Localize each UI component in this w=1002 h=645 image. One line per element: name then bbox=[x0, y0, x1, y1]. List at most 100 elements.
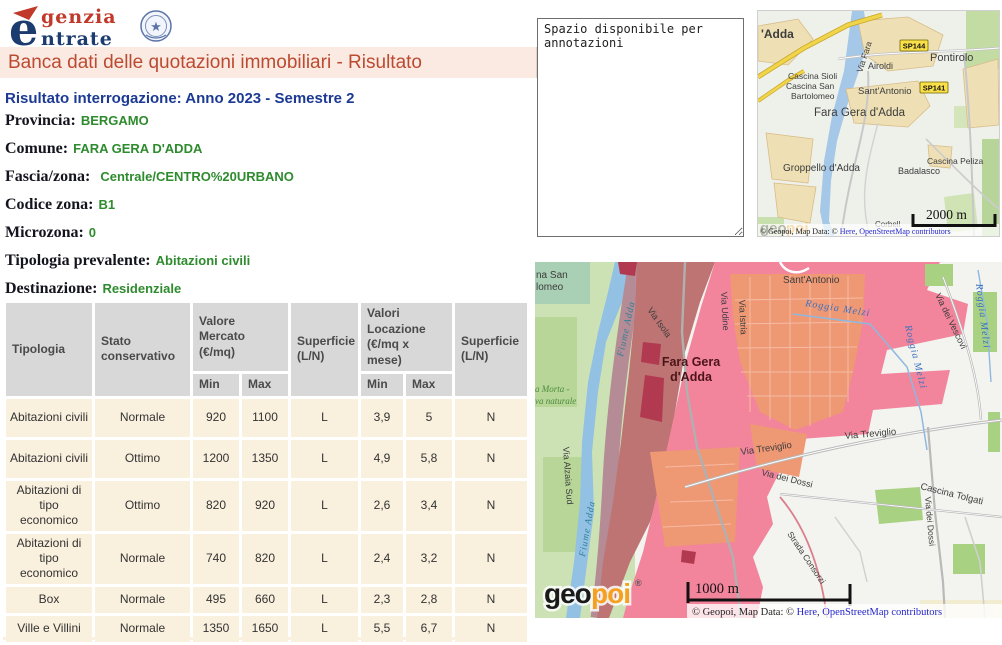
zone-label-la-morta-1: a Morta - bbox=[535, 384, 570, 394]
cell-sup2: N bbox=[455, 587, 527, 613]
zone-map[interactable]: na San lomeo Sant'Antonio Fiume Adda Fiu… bbox=[535, 262, 1002, 618]
cell-sup1: L bbox=[291, 481, 358, 531]
field-value: 0 bbox=[84, 225, 96, 240]
cell-sup1: L bbox=[291, 399, 358, 437]
field-codice-zona: Codice zona:B1 bbox=[5, 196, 294, 224]
overview-label-fara-gera: Fara Gera d'Adda bbox=[814, 107, 906, 119]
col-header-stato: Stato conservativo bbox=[95, 303, 190, 396]
overview-label-cascina-san: Cascina San bbox=[786, 81, 834, 91]
cell-tipologia: Box bbox=[6, 587, 92, 613]
svg-text:★: ★ bbox=[150, 19, 162, 34]
field-fascia-zona: Fascia/zona:Centrale/CENTRO%20URBANO bbox=[5, 168, 294, 196]
field-label: Tipologia prevalente: bbox=[5, 252, 151, 269]
field-label: Destinazione: bbox=[5, 280, 97, 297]
overview-map[interactable]: 'Adda Cascina Sioli Cascina San Bartolom… bbox=[757, 10, 1000, 237]
cell-sup2: N bbox=[455, 399, 527, 437]
field-label: Fascia/zona: bbox=[5, 168, 90, 185]
sub-header-min: Min bbox=[193, 374, 239, 396]
field-value: Abitazioni civili bbox=[151, 253, 251, 268]
geopoi-logo-geo: geo bbox=[544, 578, 592, 609]
cell-vm-max: 660 bbox=[242, 587, 288, 613]
agenzia-entrate-logo-mark: e genzia ntrate ★ bbox=[8, 4, 186, 50]
cell-vl-max: 3,2 bbox=[406, 534, 452, 584]
cell-vm-max: 1100 bbox=[242, 399, 288, 437]
overview-attribution: © Geopoi, Map Data: © Here, OpenStreetMa… bbox=[760, 227, 951, 236]
geopoi-logo[interactable]: geopoi geo poi ® bbox=[544, 578, 642, 609]
cell-vl-max: 3,4 bbox=[406, 481, 452, 531]
geopoi-logo-poi: poi bbox=[591, 578, 630, 609]
col-header-superficie-2: Superficie (L/N) bbox=[455, 303, 527, 396]
osm-link[interactable]: OpenStreetMap contributors bbox=[859, 227, 950, 236]
cell-sup1: L bbox=[291, 587, 358, 613]
field-value: FARA GERA D'ADDA bbox=[68, 141, 202, 156]
sub-header-max: Max bbox=[242, 374, 288, 396]
zone-label-fara-gera-2: d'Adda bbox=[670, 370, 713, 384]
cell-stato: Ottimo bbox=[95, 481, 190, 531]
attribution-text: © Geopoi, Map Data: © bbox=[760, 227, 840, 236]
cell-vl-min: 2,3 bbox=[361, 587, 403, 613]
cell-sup1: L bbox=[291, 534, 358, 584]
page-title: Banca dati delle quotazioni immobiliari … bbox=[0, 47, 537, 78]
cell-vm-max: 1350 bbox=[242, 440, 288, 478]
cell-tipologia: Abitazioni civili bbox=[6, 399, 92, 437]
field-value: Centrale/CENTRO%20URBANO bbox=[90, 169, 294, 184]
cell-vl-max: 2,8 bbox=[406, 587, 452, 613]
cell-vm-max: 920 bbox=[242, 481, 288, 531]
field-value: Residenziale bbox=[97, 281, 181, 296]
cell-vl-min: 4,9 bbox=[361, 440, 403, 478]
result-heading: Risultato interrogazione: Anno 2023 - Se… bbox=[5, 90, 355, 107]
cell-stato: Ottimo bbox=[95, 440, 190, 478]
overview-label-groppello: Groppello d'Adda bbox=[783, 163, 860, 174]
svg-text:SP144: SP144 bbox=[903, 42, 926, 51]
attribution-text: © Geopoi, Map Data: © bbox=[692, 607, 797, 618]
table-row: Abitazioni di tipo economico Ottimo 820 … bbox=[6, 481, 527, 531]
cell-vl-max: 5 bbox=[406, 399, 452, 437]
overview-label-cascina-sioli: Cascina Sioli bbox=[788, 71, 837, 81]
overview-label-sant-antonio: Sant'Antonio bbox=[858, 86, 912, 97]
field-value: B1 bbox=[93, 197, 115, 212]
sp144-road-badge: SP144 bbox=[900, 40, 928, 51]
result-fields: Provincia:BERGAMO Comune:FARA GERA D'ADD… bbox=[5, 112, 294, 308]
cell-vm-min: 1200 bbox=[193, 440, 239, 478]
zone-label-fara-gera-1: Fara Gera bbox=[662, 355, 721, 369]
logo-word-agenzia: genzia bbox=[41, 6, 117, 28]
cell-stato: Normale bbox=[95, 399, 190, 437]
field-label: Comune: bbox=[5, 140, 68, 157]
field-value: BERGAMO bbox=[76, 113, 149, 128]
zone-label-via-udine: Via Udine bbox=[719, 292, 731, 331]
cell-vl-min: 3,9 bbox=[361, 399, 403, 437]
field-label: Microzona: bbox=[5, 224, 84, 241]
here-link[interactable]: Here bbox=[797, 607, 818, 618]
logo-big-e: e bbox=[9, 4, 38, 50]
cell-tipologia: Abitazioni civili bbox=[6, 440, 92, 478]
here-link[interactable]: Here bbox=[840, 227, 856, 236]
cell-vl-min: 2,6 bbox=[361, 481, 403, 531]
overview-label-airoldi: Airoldi bbox=[868, 61, 893, 71]
zone-label-la-morta-2: va naturale bbox=[535, 396, 576, 406]
table-row: Abitazioni civili Normale 920 1100 L 3,9… bbox=[6, 399, 527, 437]
cell-stato: Normale bbox=[95, 587, 190, 613]
col-header-tipologia: Tipologia bbox=[6, 303, 92, 396]
col-header-superficie-1: Superficie (L/N) bbox=[291, 303, 358, 396]
annotations-textarea[interactable]: Spazio disponibile per annotazioni bbox=[537, 18, 744, 237]
italy-emblem-icon: ★ bbox=[141, 11, 171, 41]
cell-vl-min: 2,4 bbox=[361, 534, 403, 584]
cell-tipologia: Abitazioni di tipo economico bbox=[6, 534, 92, 584]
field-tipologia-prevalente: Tipologia prevalente:Abitazioni civili bbox=[5, 252, 294, 280]
osm-link[interactable]: OpenStreetMap contributors bbox=[822, 607, 942, 618]
cell-vm-min: 495 bbox=[193, 587, 239, 613]
field-provincia: Provincia:BERGAMO bbox=[5, 112, 294, 140]
cell-stato: Normale bbox=[95, 534, 190, 584]
field-microzona: Microzona:0 bbox=[5, 224, 294, 252]
svg-text:SP141: SP141 bbox=[923, 84, 946, 93]
col-header-valori-locazione: Valori Locazione (€/mq x mese) bbox=[361, 303, 452, 371]
zone-label-lomeo: lomeo bbox=[536, 282, 564, 293]
zone-label-na-san: na San bbox=[536, 270, 568, 281]
table-row: Box Normale 495 660 L 2,3 2,8 N bbox=[6, 587, 527, 613]
cell-vm-min: 920 bbox=[193, 399, 239, 437]
overview-label-cascina-peliza: Cascina Peliza bbox=[927, 156, 983, 166]
overview-label-adda: 'Adda bbox=[761, 27, 794, 41]
field-label: Provincia: bbox=[5, 112, 76, 129]
cell-sup2: N bbox=[455, 534, 527, 584]
overview-label-badalasco: Badalasco bbox=[898, 166, 940, 176]
